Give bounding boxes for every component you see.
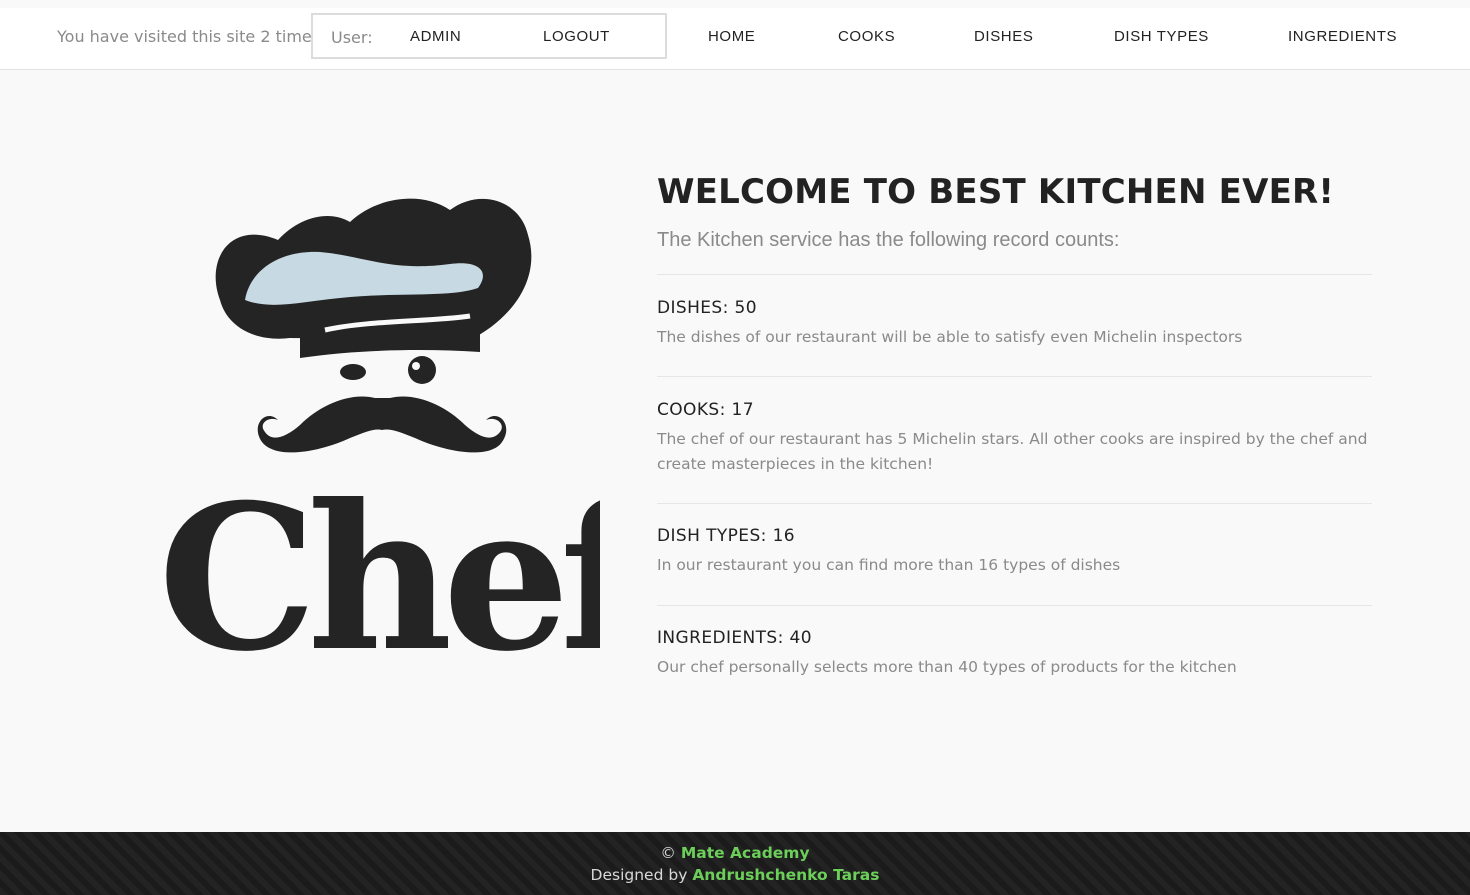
- nav-cooks[interactable]: COOKS: [838, 28, 895, 45]
- stat-title: COOKS: 17: [657, 400, 754, 420]
- chef-hat-mustache-icon: Chef: [158, 198, 667, 696]
- page-title: WELCOME TO BEST KITCHEN EVER!: [657, 172, 1335, 212]
- stat-title: INGREDIENTS: 40: [657, 628, 812, 648]
- top-navbar: You have visited this site 2 times. User…: [0, 8, 1470, 70]
- stat-title: DISH TYPES: 16: [657, 526, 795, 546]
- stat-title: DISHES: 50: [657, 298, 757, 318]
- intro-text: The Kitchen service has the following re…: [657, 229, 1120, 251]
- chef-logo: Chef: [150, 180, 667, 696]
- mate-academy-link[interactable]: Mate Academy: [681, 844, 810, 862]
- stat-dishes: DISHES: 50 The dishes of our restaurant …: [657, 274, 1372, 376]
- stat-ingredients: INGREDIENTS: 40 Our chef personally sele…: [657, 605, 1372, 707]
- logout-link[interactable]: LOGOUT: [543, 28, 610, 45]
- user-panel: User: ADMIN LOGOUT: [311, 13, 667, 59]
- visit-counter: You have visited this site 2 times.: [57, 27, 326, 46]
- user-label: User:: [331, 28, 373, 47]
- copyright-symbol: ©: [660, 844, 676, 862]
- page-footer: © Mate Academy Designed by Andrushchenko…: [0, 832, 1470, 895]
- stat-cooks: COOKS: 17 The chef of our restaurant has…: [657, 376, 1372, 503]
- stat-description: The chef of our restaurant has 5 Micheli…: [657, 430, 1368, 473]
- stat-description: Our chef personally selects more than 40…: [657, 658, 1237, 676]
- stat-description: In our restaurant you can find more than…: [657, 556, 1121, 574]
- svg-text:Chef: Chef: [158, 461, 600, 660]
- stat-description: The dishes of our restaurant will be abl…: [657, 328, 1243, 346]
- username-link[interactable]: ADMIN: [410, 28, 461, 45]
- nav-dishes[interactable]: DISHES: [974, 28, 1033, 45]
- footer-credits: Designed by Andrushchenko Taras: [0, 866, 1470, 884]
- nav-home[interactable]: HOME: [708, 28, 755, 45]
- footer-copyright: © Mate Academy: [0, 844, 1470, 862]
- nav-ingredients[interactable]: INGREDIENTS: [1288, 28, 1397, 45]
- nav-dish-types[interactable]: DISH TYPES: [1114, 28, 1209, 45]
- designed-by-label: Designed by: [590, 866, 688, 884]
- designer-link[interactable]: Andrushchenko Taras: [692, 866, 879, 884]
- welcome-section: WELCOME TO BEST KITCHEN EVER! The Kitche…: [657, 170, 1372, 707]
- stat-dish-types: DISH TYPES: 16 In our restaurant you can…: [657, 503, 1372, 605]
